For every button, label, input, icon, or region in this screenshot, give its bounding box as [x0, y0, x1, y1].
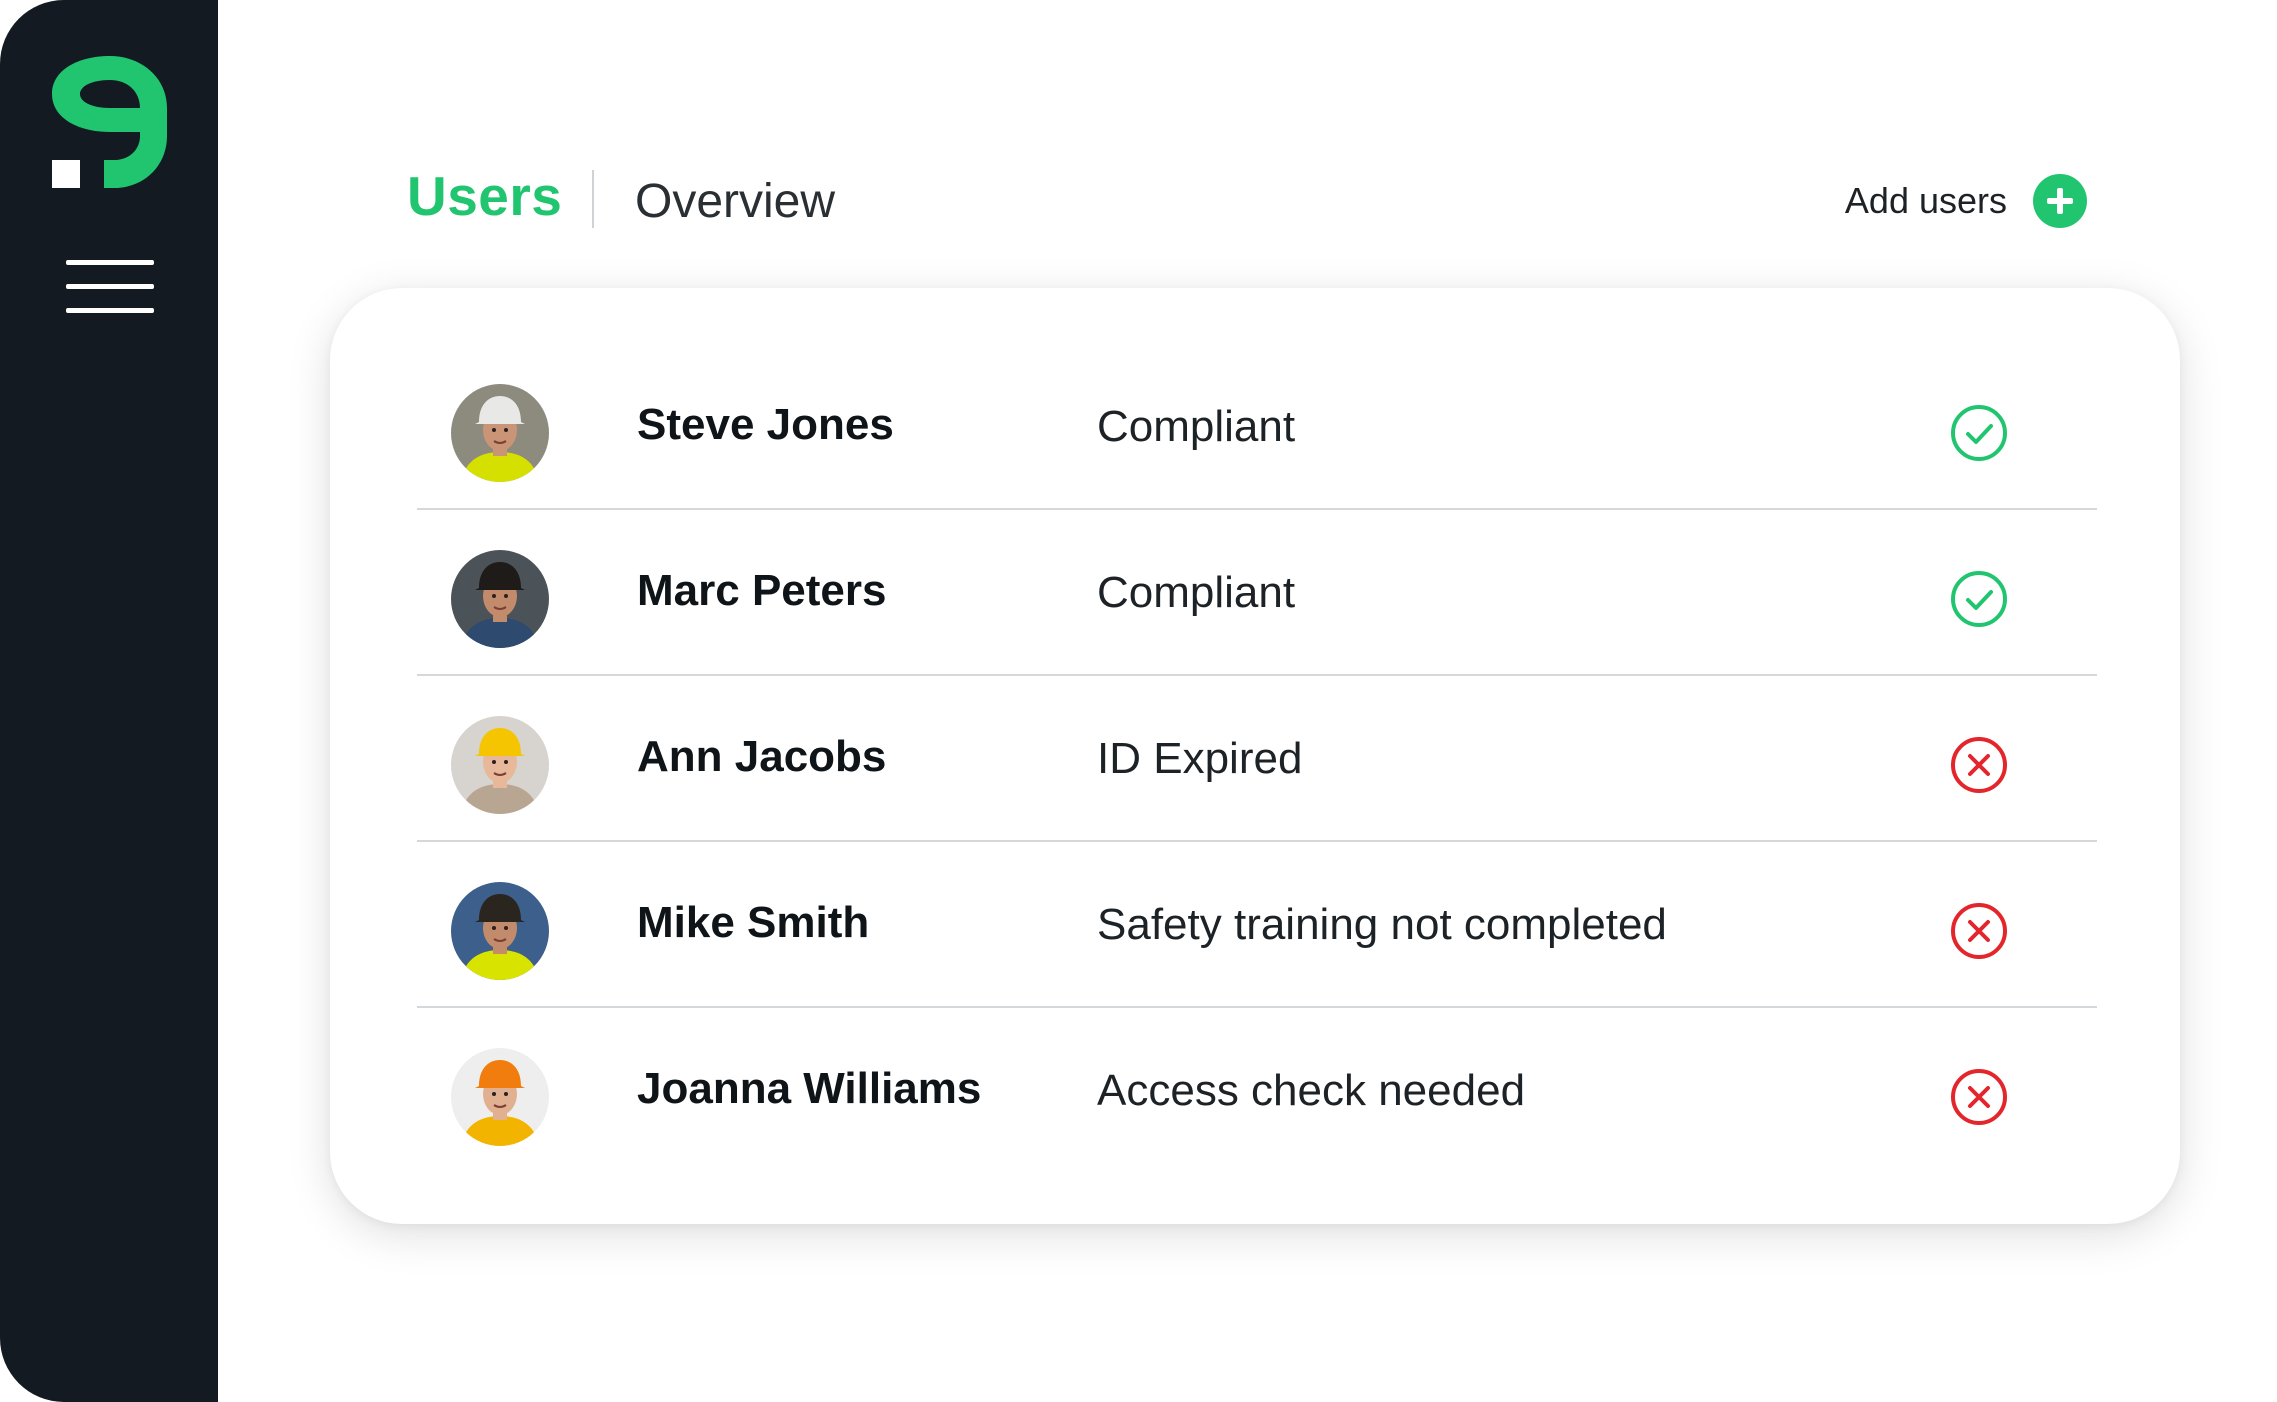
user-status: Access check needed — [1097, 1066, 1526, 1115]
x-circle-icon — [1950, 736, 2008, 794]
user-row[interactable]: Mike Smith Safety training not completed — [417, 842, 2097, 1008]
check-circle-icon — [1950, 570, 2008, 628]
sidebar — [0, 0, 218, 1402]
users-card: Steve Jones Compliant Marc Peters Compliant… — [330, 288, 2180, 1224]
user-row[interactable]: Joanna Williams Access check needed — [417, 1008, 2097, 1172]
users-list: Steve Jones Compliant Marc Peters Compliant… — [417, 344, 2097, 1172]
user-row[interactable]: Ann Jacobs ID Expired — [417, 676, 2097, 842]
brand-logo[interactable] — [52, 56, 167, 188]
avatar — [451, 716, 549, 814]
user-status: Compliant — [1097, 402, 1296, 451]
avatar — [451, 550, 549, 648]
add-users-label: Add users — [1844, 180, 2007, 221]
user-row[interactable]: Marc Peters Compliant — [417, 510, 2097, 676]
user-name: Mike Smith — [637, 898, 870, 947]
add-users-button[interactable]: Add users — [1845, 174, 2087, 228]
avatar — [451, 882, 549, 980]
check-circle-icon — [1950, 404, 2008, 462]
user-name: Marc Peters — [637, 566, 887, 615]
user-status: ID Expired — [1097, 734, 1303, 783]
user-row[interactable]: Steve Jones Compliant — [417, 344, 2097, 510]
x-circle-icon — [1950, 1068, 2008, 1126]
avatar — [451, 1048, 549, 1146]
user-name: Ann Jacobs — [637, 732, 887, 781]
hamburger-menu-icon[interactable] — [66, 260, 154, 314]
x-circle-icon — [1950, 902, 2008, 960]
user-status: Compliant — [1097, 568, 1296, 617]
plus-circle-icon[interactable] — [2033, 174, 2087, 228]
tab-users[interactable]: Users — [407, 164, 562, 228]
user-name: Joanna Williams — [637, 1064, 982, 1113]
user-status: Safety training not completed — [1097, 900, 1667, 949]
page-header: Users Overview Add users — [407, 160, 2087, 240]
tab-overview[interactable]: Overview — [635, 174, 835, 229]
user-name: Steve Jones — [637, 400, 894, 449]
avatar — [451, 384, 549, 482]
tab-divider — [592, 170, 594, 228]
